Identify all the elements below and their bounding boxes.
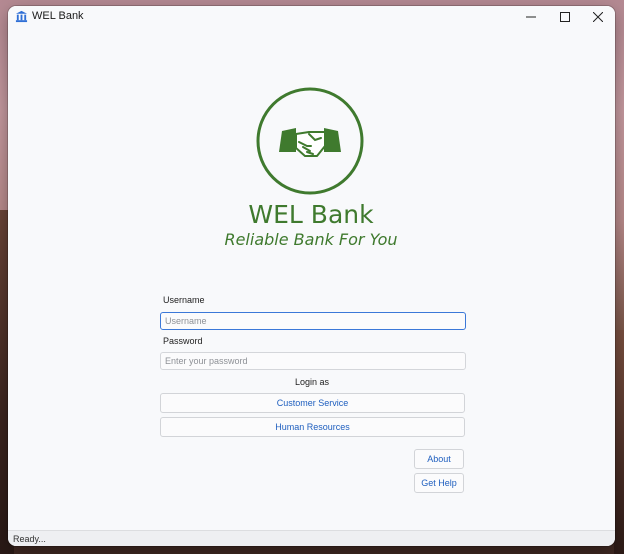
username-input[interactable]: [160, 312, 466, 330]
human-resources-button[interactable]: Human Resources: [160, 417, 465, 437]
window-title: WEL Bank: [32, 10, 84, 22]
maximize-button[interactable]: [548, 6, 582, 28]
title-bar[interactable]: WEL Bank: [8, 6, 615, 28]
status-text: Ready...: [13, 534, 46, 544]
brand-tagline: Reliable Bank For You: [224, 230, 398, 249]
login-as-label: Login as: [294, 377, 330, 387]
minimize-button[interactable]: [514, 6, 548, 28]
minimize-icon: [526, 16, 536, 18]
brand-name: WEL Bank: [248, 200, 374, 229]
password-input[interactable]: [160, 352, 466, 370]
bank-icon: [15, 10, 28, 23]
maximize-icon: [560, 12, 570, 22]
customer-service-button[interactable]: Customer Service: [160, 393, 465, 413]
desktop-wallpaper-right: [614, 330, 624, 554]
app-window: WEL Bank WEL Bank Reliable Bank For You …: [8, 6, 615, 546]
close-icon: [593, 12, 603, 22]
username-label: Username: [163, 295, 205, 305]
handshake-icon: [256, 87, 364, 195]
password-label: Password: [163, 336, 203, 346]
close-button[interactable]: [581, 6, 615, 28]
get-help-button[interactable]: Get Help: [414, 473, 464, 493]
about-button[interactable]: About: [414, 449, 464, 469]
status-bar: Ready...: [8, 530, 615, 546]
